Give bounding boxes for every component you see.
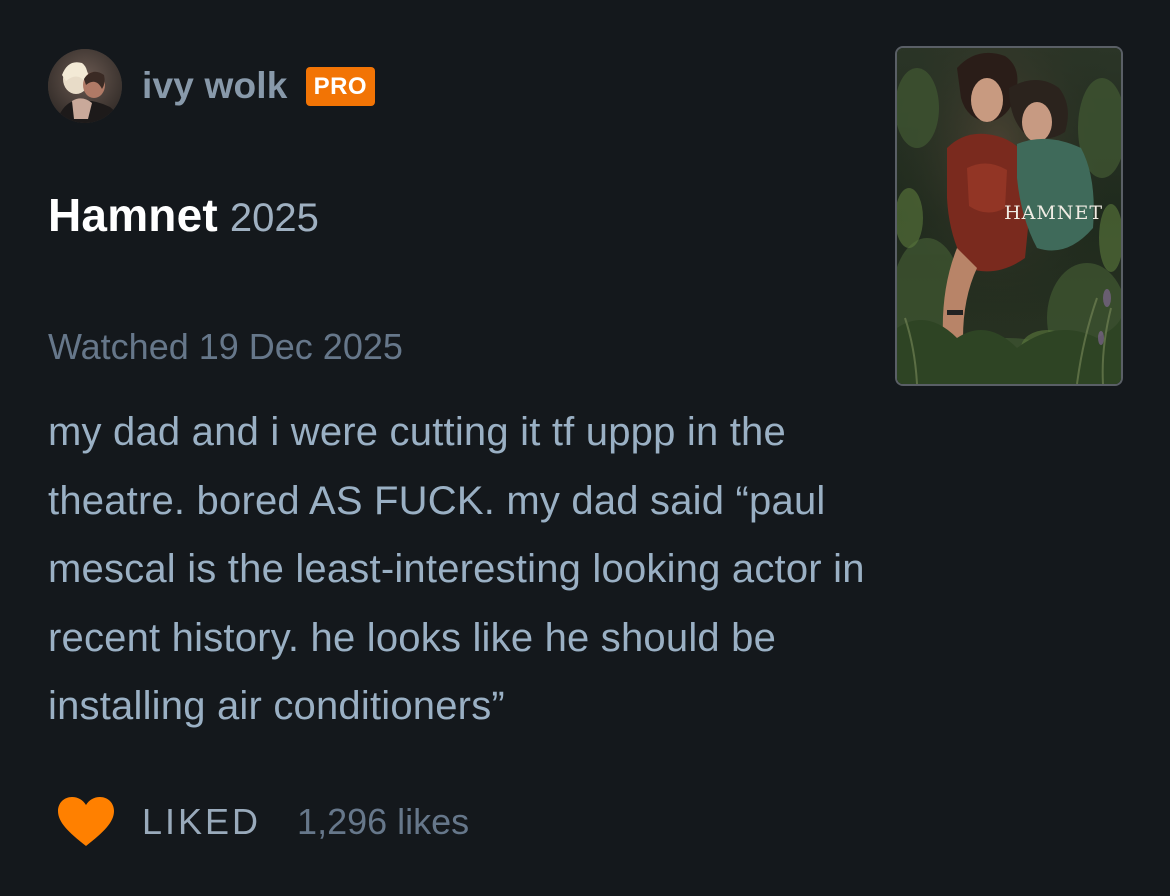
pro-badge: PRO — [305, 66, 376, 106]
likes-count[interactable]: 1,296 likes — [297, 801, 469, 843]
film-title[interactable]: Hamnet — [48, 188, 218, 242]
liked-label[interactable]: LIKED — [142, 801, 261, 843]
heart-icon[interactable] — [56, 796, 116, 848]
film-heading: Hamnet 2025 — [48, 188, 319, 242]
review-header: ivy wolk PRO — [48, 46, 376, 126]
avatar[interactable] — [48, 49, 122, 123]
film-poster[interactable]: HAMNET — [897, 48, 1121, 384]
watched-date: Watched 19 Dec 2025 — [48, 326, 403, 367]
poster-title: HAMNET — [1004, 202, 1103, 224]
film-year[interactable]: 2025 — [230, 196, 319, 241]
username[interactable]: ivy wolk — [142, 65, 288, 107]
review-text: my dad and i were cutting it tf uppp in … — [48, 410, 865, 728]
review-footer: LIKED 1,296 likes — [56, 794, 469, 850]
